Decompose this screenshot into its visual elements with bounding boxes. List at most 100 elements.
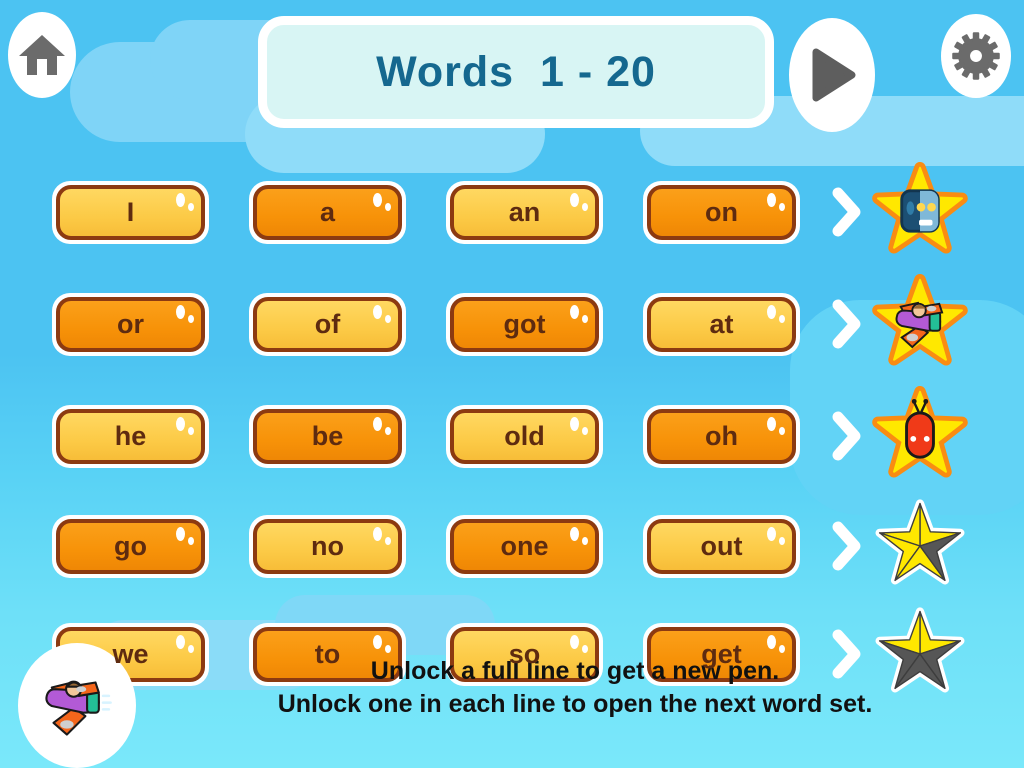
word-label: got [503,308,546,339]
word-cell: be [229,404,426,468]
word-button-a[interactable]: a [249,180,406,244]
shine-highlight [779,426,785,435]
word-label: we [112,638,149,669]
shine-highlight [385,644,391,653]
word-button-face: at [647,296,796,352]
word-button-face: an [450,184,599,240]
progress-star-icon [875,499,965,585]
word-button-go[interactable]: go [52,514,209,578]
shine-highlight [779,202,785,211]
word-button-face: out [647,518,796,574]
word-button-out[interactable]: out [643,514,800,578]
row-advance-chevron[interactable] [824,298,870,350]
word-button-at[interactable]: at [643,292,800,356]
word-button-be[interactable]: be [249,404,406,468]
shine-highlight [385,426,391,435]
word-button-an[interactable]: an [446,180,603,244]
row-reward-star[interactable] [870,274,970,374]
page-title: Words 1 - 20 [376,47,656,96]
gear-icon [952,32,1000,80]
row-reward-star[interactable] [870,386,970,486]
shine-highlight [570,634,579,649]
shine-highlight [582,202,588,211]
word-button-on[interactable]: on [643,180,800,244]
word-button-face: oh [647,408,796,464]
word-button-face: I [56,184,205,240]
word-cell: go [32,514,229,578]
word-button-of[interactable]: of [249,292,406,356]
word-button-face: a [253,184,402,240]
word-button-face: of [253,296,402,352]
airplane-icon [45,680,112,736]
shine-highlight [188,202,194,211]
word-grid: Ia an on or of got at he be old oh go no one out we to so… [32,162,970,702]
word-button-face: one [450,518,599,574]
shine-highlight [767,526,776,541]
word-cell: got [426,292,623,356]
shine-highlight [188,644,194,653]
word-label: I [126,196,135,227]
reward-star-robot-head [872,162,968,254]
word-button-oh[interactable]: oh [643,404,800,468]
home-icon [19,35,65,75]
word-label: so [508,638,541,669]
word-cell: no [229,514,426,578]
word-cell: an [426,180,623,244]
row-reward-star[interactable] [870,498,970,594]
word-row: or of got at [32,274,970,374]
word-button-face: go [56,518,205,574]
word-button-old[interactable]: old [446,404,603,468]
shine-highlight [582,314,588,323]
word-cell: one [426,514,623,578]
word-label: an [508,196,541,227]
shine-highlight [373,304,382,319]
word-cell: at [623,292,820,356]
word-label: to [314,638,341,669]
shine-highlight [373,192,382,207]
word-label: get [701,638,742,669]
word-button-no[interactable]: no [249,514,406,578]
play-icon [812,48,856,102]
row-advance-chevron[interactable] [824,410,870,462]
shine-highlight [582,426,588,435]
word-button-or[interactable]: or [52,292,209,356]
shine-highlight [176,192,185,207]
robot-head-icon [900,189,940,233]
shine-highlight [385,536,391,545]
word-button-got[interactable]: got [446,292,603,356]
page-title-bar: Words 1 - 20 [258,16,774,128]
word-label: oh [705,420,738,451]
word-button-face: no [253,518,402,574]
shine-highlight [188,314,194,323]
shine-highlight [373,634,382,649]
shine-highlight [176,634,185,649]
shine-highlight [373,416,382,431]
word-button-face: or [56,296,205,352]
word-cell: or [32,292,229,356]
word-row: Ia an on [32,162,970,262]
word-button-i[interactable]: I [52,180,209,244]
play-button[interactable] [789,18,875,132]
word-label: no [311,530,344,561]
word-label: he [114,420,147,451]
row-advance-chevron[interactable] [824,520,870,572]
shine-highlight [570,416,579,431]
word-label: be [311,420,344,451]
shine-highlight [176,416,185,431]
home-button[interactable] [8,12,76,98]
row-advance-chevron[interactable] [824,186,870,238]
row-reward-area [824,162,970,262]
word-button-face: be [253,408,402,464]
shine-highlight [570,192,579,207]
row-reward-star[interactable] [870,162,970,262]
shine-highlight [385,314,391,323]
settings-button[interactable] [941,14,1011,98]
word-label: or [117,308,144,339]
hint-line-1: Unlock a full line to get a new pen. [370,657,780,685]
shine-highlight [570,526,579,541]
word-button-face: old [450,408,599,464]
word-button-face: got [450,296,599,352]
word-button-one[interactable]: one [446,514,603,578]
word-button-he[interactable]: he [52,404,209,468]
word-label: out [700,530,743,561]
